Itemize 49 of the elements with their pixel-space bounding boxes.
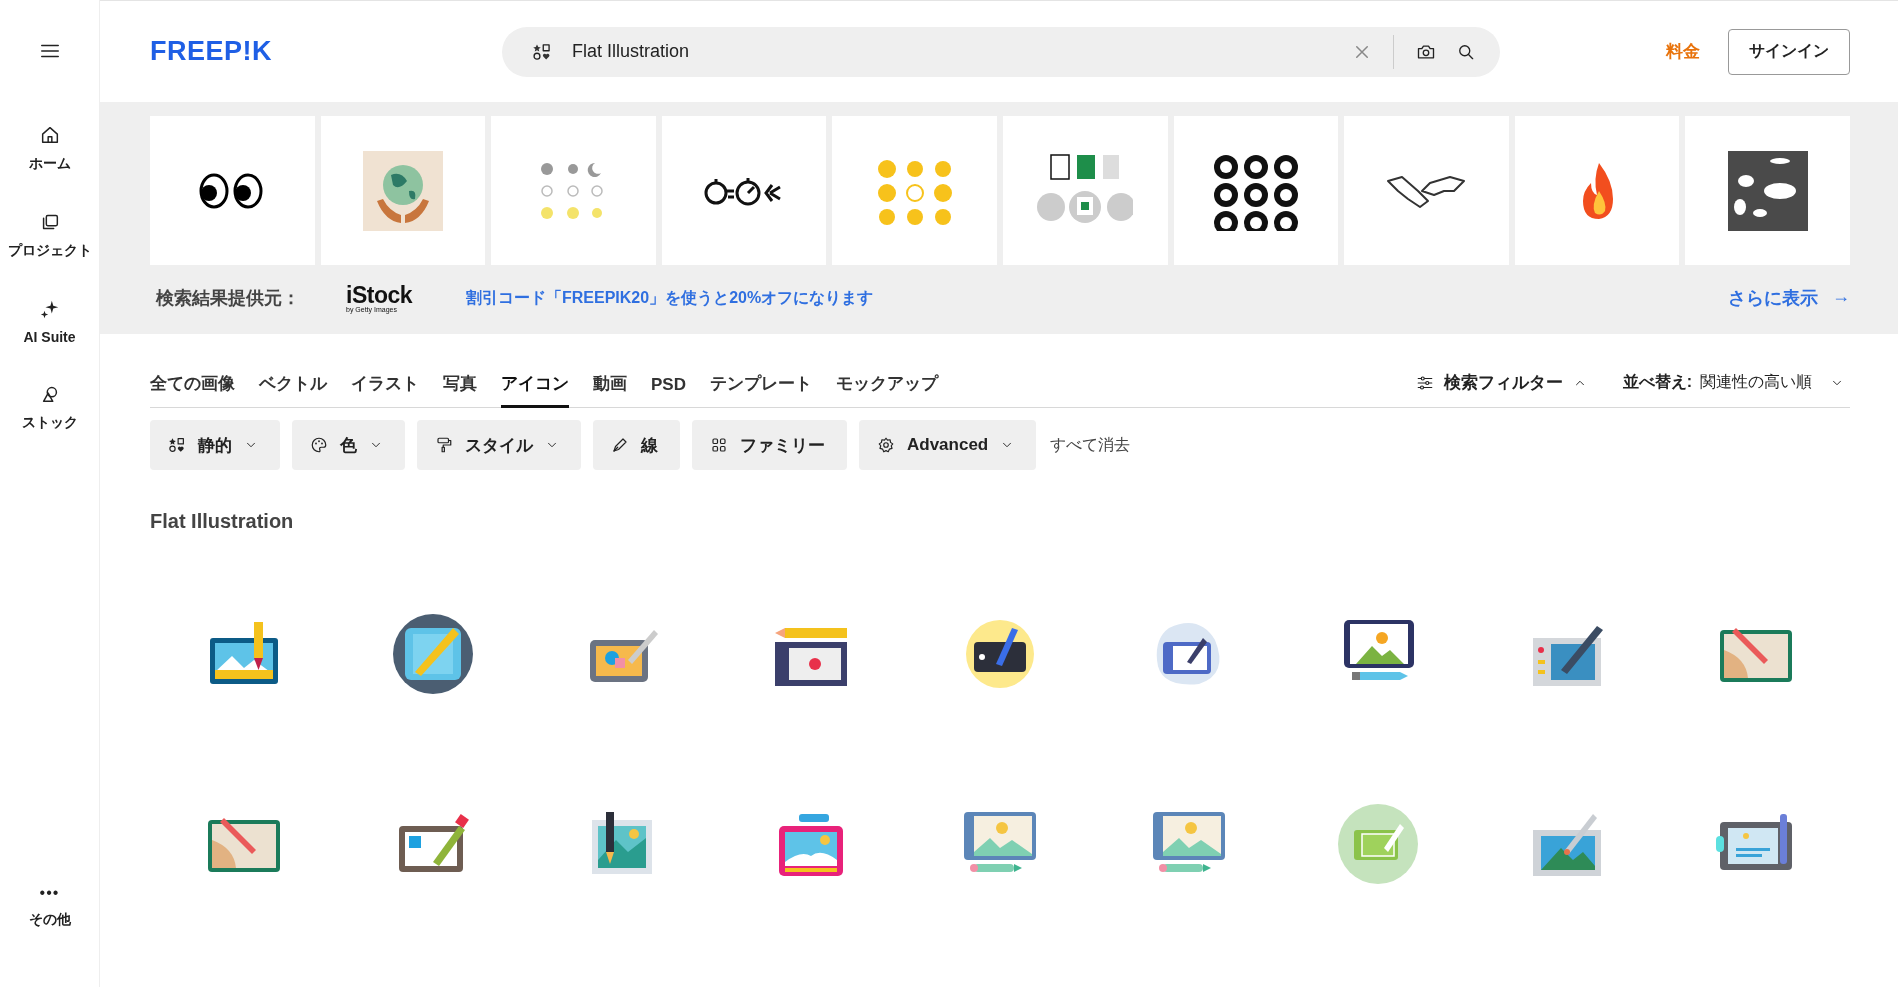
category-tab[interactable]: PSD <box>651 375 686 408</box>
promo-link[interactable]: 割引コード「FREEPIK20」を使うと20%オフになります <box>466 287 874 309</box>
thumbnail-card[interactable] <box>320 116 486 265</box>
see-more-link[interactable]: さらに表示 → <box>1728 286 1850 310</box>
sliders-icon <box>1415 373 1434 392</box>
settings-icon <box>877 436 895 454</box>
thumbnail-card[interactable] <box>1514 116 1680 265</box>
thumbnail-card[interactable] <box>491 116 656 265</box>
paint-roller-icon <box>435 436 453 454</box>
clear-all-link[interactable]: すべて消去 <box>1050 434 1131 456</box>
filter-button[interactable]: スタイル <box>417 420 581 470</box>
filter-button[interactable]: 色 <box>292 420 405 470</box>
thumbnail-card[interactable] <box>1002 116 1168 265</box>
thumbnail-card[interactable] <box>832 116 997 265</box>
thumbnail-card[interactable] <box>1173 116 1339 265</box>
category-tab[interactable]: モックアップ <box>835 372 938 408</box>
shapes-icon <box>168 436 186 454</box>
logo[interactable]: FREEP!K <box>150 36 502 67</box>
sign-in-button[interactable]: サインイン <box>1728 28 1850 75</box>
category-tab[interactable]: 全ての画像 <box>150 372 235 408</box>
sidebar-item[interactable]: プロジェクト <box>7 211 92 260</box>
search-filter-toggle[interactable]: 検索フィルター <box>1409 370 1593 395</box>
sidebar-item[interactable]: ホーム <box>28 124 71 173</box>
thumbnail-card[interactable] <box>1344 116 1509 265</box>
sponsor-label: 検索結果提供元： <box>156 287 301 310</box>
category-tab[interactable]: ベクトル <box>259 372 327 408</box>
sort-dropdown[interactable]: 並べ替え: 関連性の高い順 <box>1616 371 1850 394</box>
more-menu-item[interactable]: ••• その他 <box>28 884 71 929</box>
thumbnail-card[interactable] <box>150 116 315 265</box>
sidebar-item[interactable]: AI Suite <box>23 298 76 345</box>
pen-icon <box>611 436 629 454</box>
filter-button[interactable]: 線 <box>593 420 680 470</box>
thumbnail-card[interactable] <box>661 116 827 265</box>
results-heading: Flat Illustration <box>150 510 295 533</box>
sidebar-item[interactable]: ストック <box>21 383 78 432</box>
search-field[interactable]: Flat Illustration <box>502 26 1500 77</box>
palette-icon <box>310 436 328 454</box>
category-tab[interactable]: テンプレート <box>709 372 812 408</box>
tablet-illustration-icon[interactable] <box>393 614 474 694</box>
shapes-icon <box>532 41 552 62</box>
category-tab[interactable]: 動画 <box>593 372 627 408</box>
category-tab[interactable]: アイコン <box>501 372 569 408</box>
category-tab[interactable]: 写真 <box>443 372 477 408</box>
filter-button[interactable]: ファミリー <box>692 420 847 470</box>
filter-button[interactable]: 静的 <box>150 420 280 470</box>
grid-icon <box>710 436 728 454</box>
filter-button[interactable]: Advanced <box>859 420 1037 470</box>
thumbnail-card[interactable] <box>1685 116 1850 265</box>
category-tab[interactable]: イラスト <box>351 372 419 408</box>
